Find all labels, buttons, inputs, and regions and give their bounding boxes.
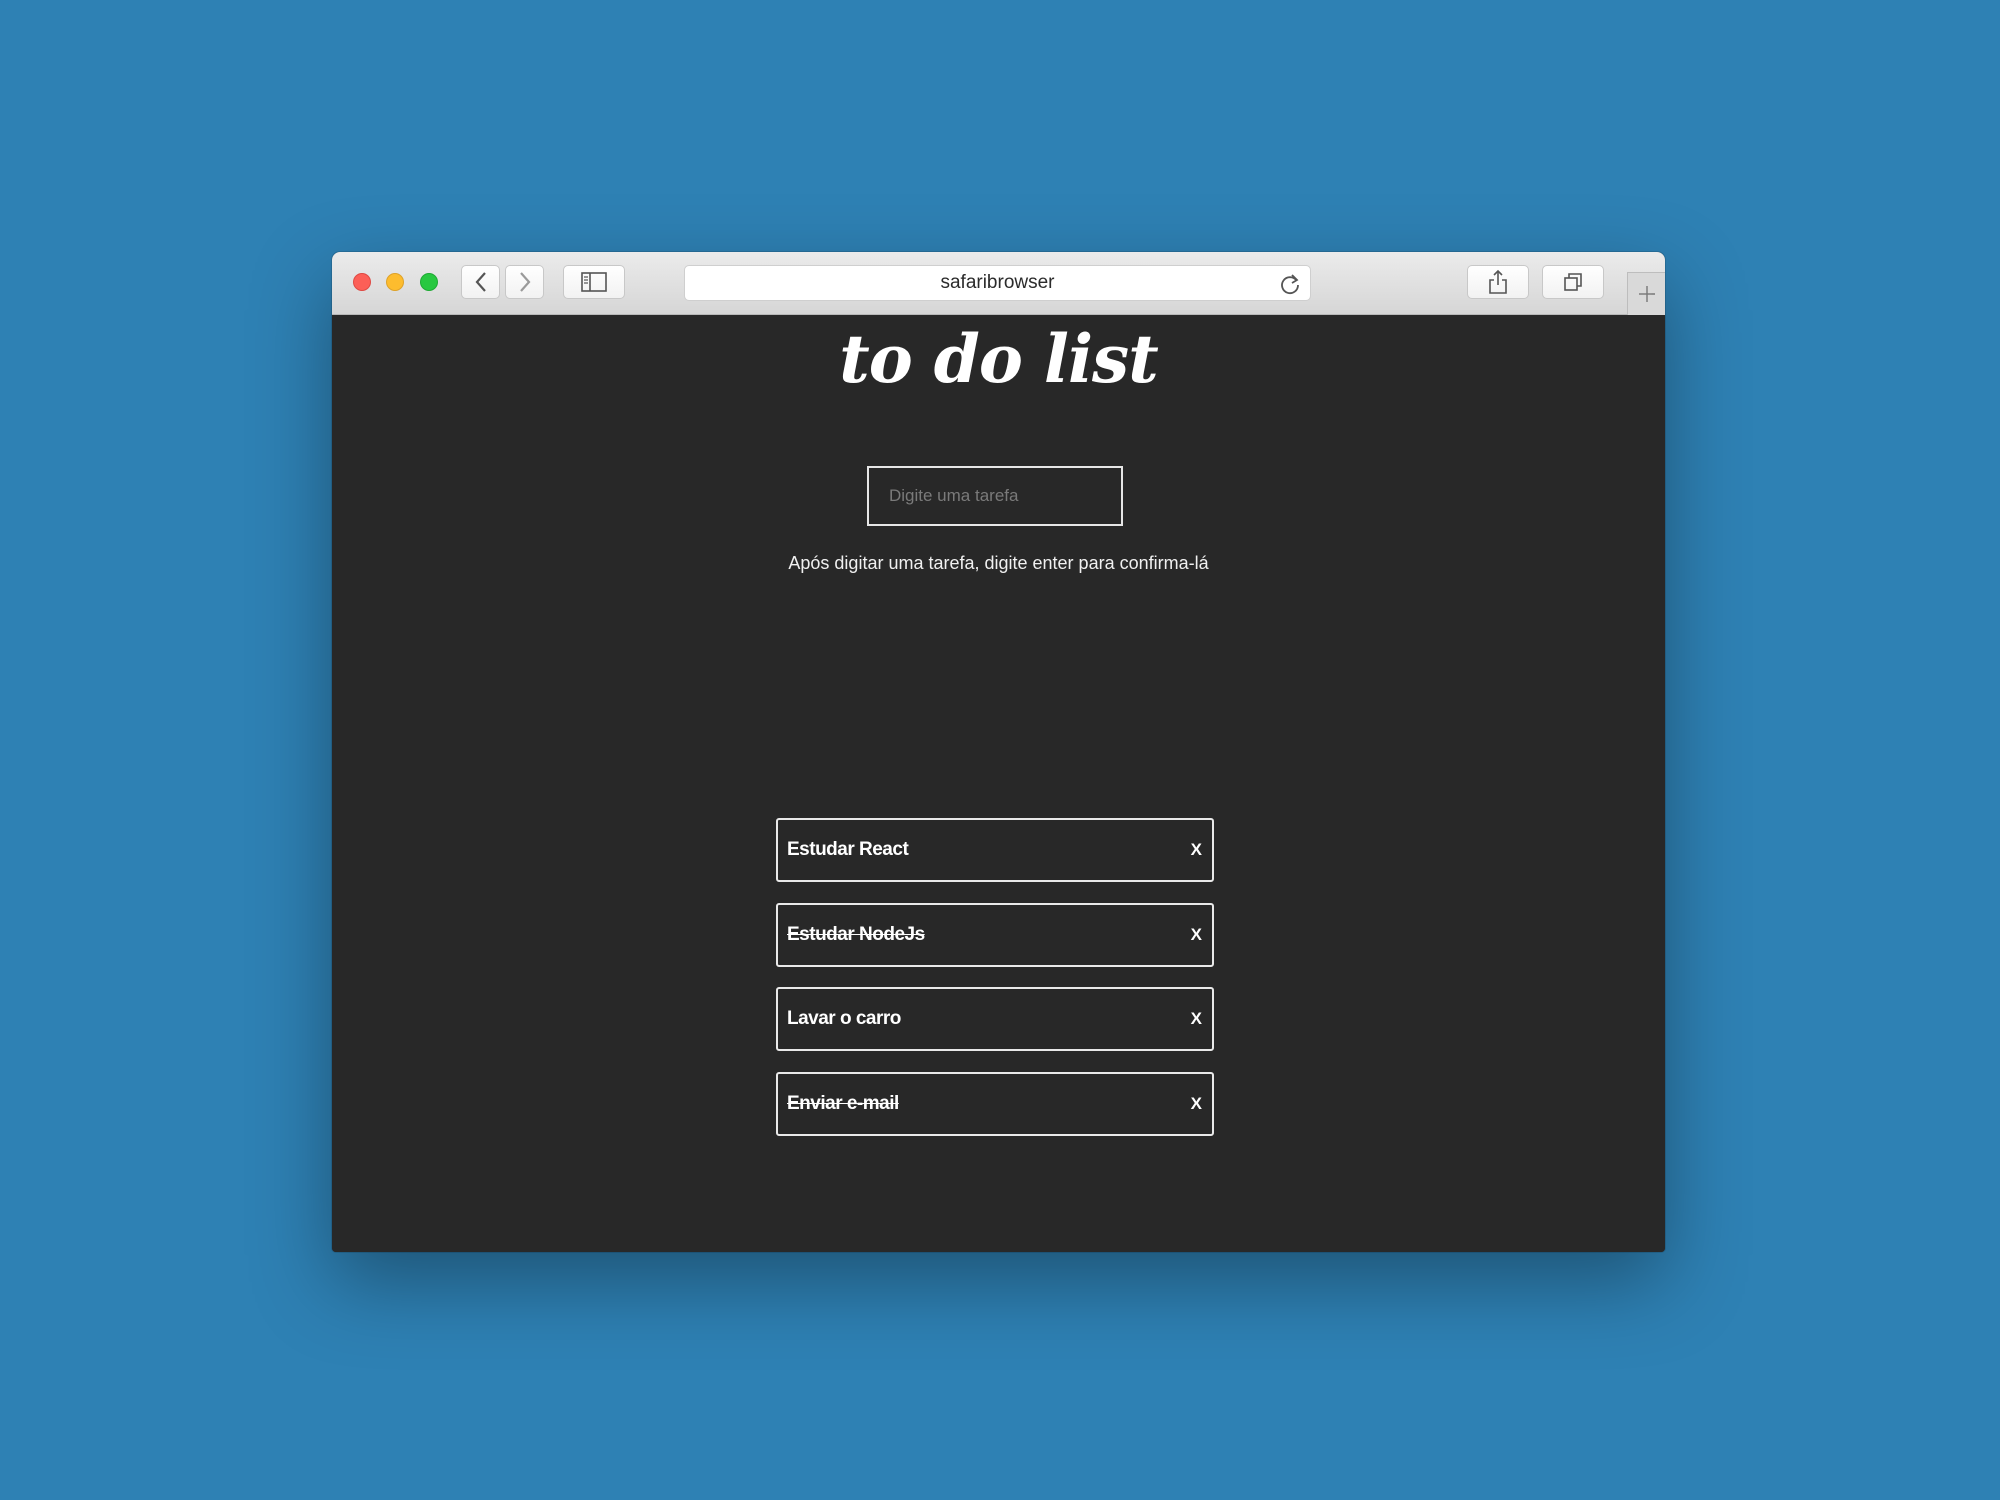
sidebar-icon xyxy=(581,272,607,292)
reload-icon[interactable] xyxy=(1278,272,1302,296)
chevron-right-icon xyxy=(519,272,530,292)
close-window-button[interactable] xyxy=(353,273,371,291)
task-item[interactable]: Estudar React X xyxy=(776,818,1214,882)
task-item[interactable]: Estudar NodeJs X xyxy=(776,903,1214,967)
remove-task-button[interactable]: X xyxy=(1191,1094,1202,1114)
remove-task-button[interactable]: X xyxy=(1191,925,1202,945)
task-item[interactable]: Enviar e-mail X xyxy=(776,1072,1214,1136)
task-label: Estudar React xyxy=(787,839,909,860)
plus-icon xyxy=(1638,286,1655,302)
tabs-overview-icon xyxy=(1564,273,1582,291)
page-content: to do list Após digitar uma tarefa, digi… xyxy=(332,315,1665,1252)
task-item[interactable]: Lavar o carro X xyxy=(776,987,1214,1051)
input-hint: Após digitar uma tarefa, digite enter pa… xyxy=(788,553,1209,573)
forward-button[interactable] xyxy=(505,265,544,299)
address-text: safaribrowser xyxy=(940,272,1055,293)
show-tabs-button[interactable] xyxy=(1542,265,1604,299)
new-tab-button[interactable] xyxy=(1627,272,1665,315)
chevron-left-icon xyxy=(475,272,486,292)
browser-toolbar: safaribrowser xyxy=(332,252,1665,315)
minimize-window-button[interactable] xyxy=(386,273,404,291)
share-button[interactable] xyxy=(1467,265,1529,299)
task-label: Estudar NodeJs xyxy=(787,924,925,945)
share-icon xyxy=(1489,269,1507,294)
task-input[interactable] xyxy=(867,466,1123,526)
address-bar[interactable]: safaribrowser xyxy=(684,265,1311,301)
remove-task-button[interactable]: X xyxy=(1191,840,1202,860)
sidebar-toggle-button[interactable] xyxy=(563,265,625,299)
back-button[interactable] xyxy=(461,265,500,299)
remove-task-button[interactable]: X xyxy=(1191,1009,1202,1029)
task-label: Enviar e-mail xyxy=(787,1093,899,1114)
zoom-window-button[interactable] xyxy=(420,273,438,291)
page-title: to do list xyxy=(839,320,1158,398)
task-label: Lavar o carro xyxy=(787,1008,901,1029)
browser-window: safaribrowser to do list Digite uma tare… xyxy=(332,252,1665,1252)
